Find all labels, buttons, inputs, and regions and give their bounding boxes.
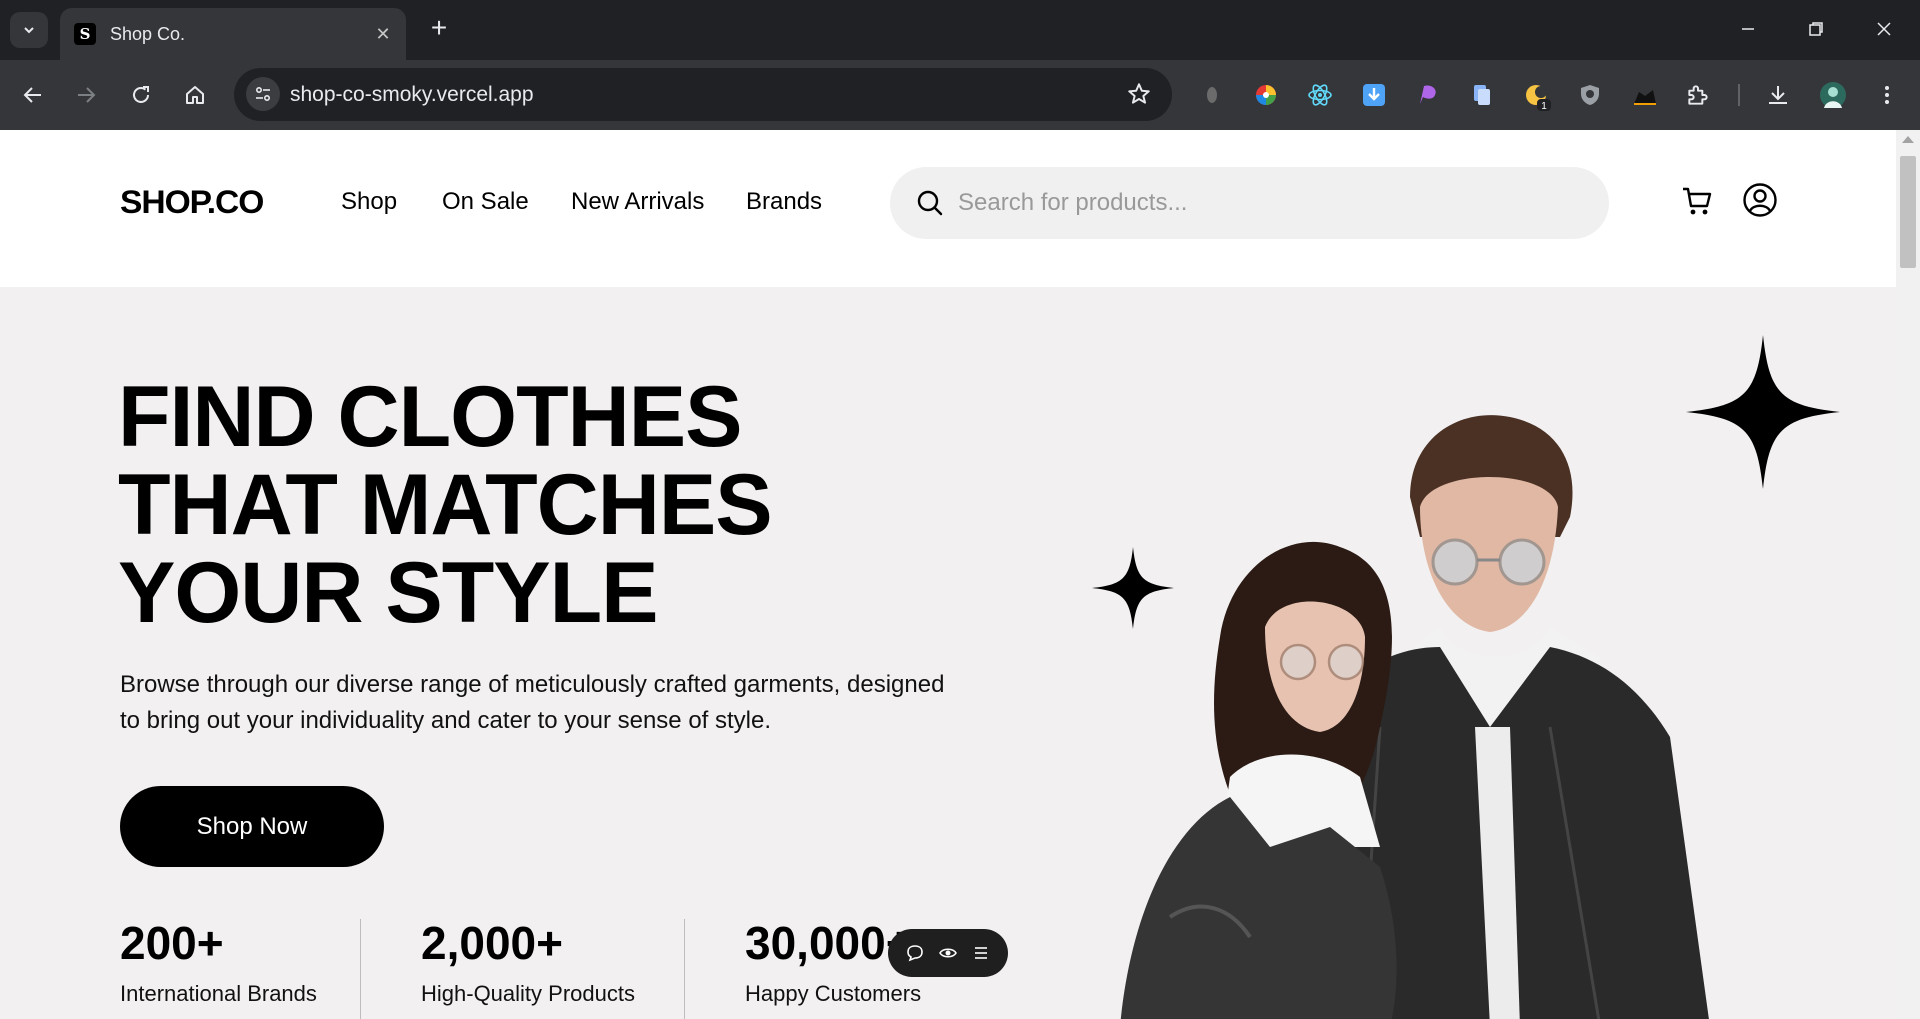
browser-window: S Shop Co. ✕ + shop-co-smoky.vercel.app … — [0, 0, 1920, 1019]
extension-colorwheel-icon[interactable] — [1253, 82, 1279, 108]
nav-link-new-arrivals[interactable]: New Arrivals — [571, 188, 704, 216]
home-icon — [186, 86, 204, 104]
dev-toolbar — [888, 929, 1008, 977]
menu-icon[interactable] — [971, 943, 991, 963]
stat-divider — [360, 919, 361, 1019]
address-bar[interactable]: shop-co-smoky.vercel.app — [234, 68, 1172, 121]
tune-icon — [255, 86, 271, 102]
hero-title-line: FIND CLOTHES — [118, 369, 742, 465]
stat-value: 2,000+ — [421, 917, 563, 969]
tab-title: Shop Co. — [110, 23, 186, 44]
chevron-down-icon — [24, 27, 34, 34]
restore-icon[interactable] — [1796, 14, 1836, 44]
react-devtools-icon[interactable] — [1307, 82, 1333, 108]
shop-now-button[interactable]: Shop Now — [120, 786, 384, 867]
stat-label: Happy Customers — [745, 981, 922, 1006]
minimize-icon[interactable] — [1728, 14, 1768, 44]
toolbar-divider — [1738, 84, 1740, 106]
tab-strip: S Shop Co. ✕ + — [0, 0, 1920, 60]
extension-cat-icon[interactable] — [1631, 82, 1657, 108]
svg-text:1: 1 — [1541, 101, 1547, 112]
home-button[interactable] — [179, 79, 211, 111]
tab-close-icon[interactable]: ✕ — [372, 24, 394, 45]
extension-copy-icon[interactable] — [1469, 82, 1495, 108]
extension-shield-icon[interactable] — [1577, 82, 1603, 108]
tab-search-button[interactable] — [10, 12, 48, 48]
url-text[interactable]: shop-co-smoky.vercel.app — [290, 83, 534, 107]
scroll-up-arrow-icon[interactable] — [1902, 136, 1914, 143]
search-bar — [890, 167, 1609, 239]
page-viewport: SHOP.CO Shop On Sale New Arrivals Brands… — [0, 130, 1896, 1019]
close-window-icon[interactable] — [1864, 14, 1904, 44]
bookmark-star-icon[interactable] — [1126, 81, 1152, 112]
downloads-icon[interactable] — [1765, 82, 1791, 108]
cart-icon[interactable] — [1680, 184, 1714, 223]
reload-button[interactable] — [125, 79, 157, 111]
extension-gray-icon[interactable] — [1199, 82, 1225, 108]
site-header: SHOP.CO Shop On Sale New Arrivals Brands — [0, 130, 1896, 287]
hero-title-line: THAT MATCHES — [118, 457, 773, 553]
extensions-puzzle-icon[interactable] — [1685, 82, 1711, 108]
eye-icon[interactable] — [938, 943, 958, 963]
search-icon — [917, 190, 943, 216]
favicon-icon: S — [74, 23, 96, 45]
account-icon[interactable] — [1742, 182, 1778, 223]
reload-icon — [133, 86, 149, 103]
nav-link-on-sale[interactable]: On Sale — [442, 188, 529, 216]
site-info-button[interactable] — [246, 77, 280, 111]
site-logo[interactable]: SHOP.CO — [120, 184, 264, 221]
nav-link-brands[interactable]: Brands — [746, 188, 822, 216]
browser-toolbar: shop-co-smoky.vercel.app 1 — [0, 60, 1920, 130]
menu-kebab-icon[interactable] — [1874, 82, 1900, 108]
hero-couple-image — [1120, 415, 1709, 1019]
hero-title-line: YOUR STYLE — [118, 545, 659, 641]
arrow-right-icon — [78, 87, 96, 103]
hero-title: FIND CLOTHES THAT MATCHES YOUR STYLE — [118, 373, 1018, 637]
nav-link-shop[interactable]: Shop — [341, 188, 397, 216]
extension-purple-icon[interactable] — [1415, 82, 1441, 108]
stat-brands: 200+ International Brands — [120, 917, 317, 1007]
page-scrollbar[interactable] — [1896, 130, 1920, 1019]
stat-value: 200+ — [120, 917, 224, 969]
profile-avatar[interactable] — [1820, 82, 1846, 108]
tab-shop-co[interactable]: S Shop Co. ✕ — [60, 8, 406, 60]
stat-label: High-Quality Products — [421, 981, 635, 1006]
forward-button[interactable] — [70, 79, 102, 111]
search-input[interactable] — [958, 167, 1578, 239]
hero-section: FIND CLOTHES THAT MATCHES YOUR STYLE Bro… — [0, 287, 1896, 1019]
arrow-left-icon — [23, 87, 41, 103]
download-manager-icon[interactable] — [1361, 82, 1387, 108]
new-tab-button[interactable]: + — [424, 14, 454, 44]
stat-products: 2,000+ High-Quality Products — [421, 917, 635, 1007]
extension-moon-icon[interactable]: 1 — [1523, 82, 1551, 112]
comment-icon[interactable] — [905, 943, 925, 963]
stat-label: International Brands — [120, 981, 317, 1006]
back-button[interactable] — [17, 79, 49, 111]
stat-divider — [684, 919, 685, 1019]
scroll-thumb[interactable] — [1900, 156, 1916, 268]
hero-description: Browse through our diverse range of meti… — [120, 671, 945, 734]
